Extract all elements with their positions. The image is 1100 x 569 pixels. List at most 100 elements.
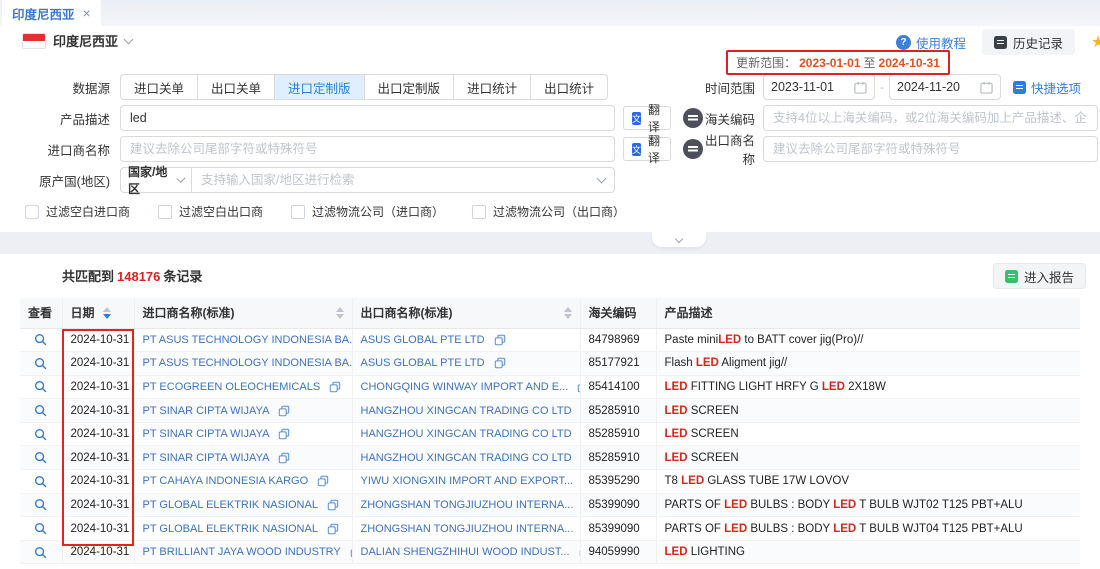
checkbox-icon[interactable] <box>158 205 172 219</box>
data-source-option-4[interactable]: 进口统计 <box>453 74 531 100</box>
exporter-link[interactable]: ZHONGSHAN TONGJIUZHOU INTERNA... <box>361 499 574 511</box>
copy-icon[interactable] <box>494 334 506 346</box>
checkbox-icon[interactable] <box>291 205 305 219</box>
filter-checkbox-1[interactable]: 过滤空白出口商 <box>158 203 263 220</box>
product-desc-input[interactable] <box>120 105 615 131</box>
exporter-link[interactable]: DALIAN SHENGZHIHUI WOOD INDUST... <box>361 546 570 558</box>
origin-input[interactable] <box>192 167 615 193</box>
data-source-option-1[interactable]: 出口关单 <box>197 74 275 100</box>
history-button[interactable]: 历史记录 <box>982 29 1075 55</box>
filter-checkbox-0[interactable]: 过滤空白进口商 <box>25 203 130 220</box>
sort-icon-importer[interactable] <box>336 307 344 319</box>
exporter-link[interactable]: HANGZHOU XINGCAN TRADING CO LTD <box>361 428 572 440</box>
date-cell: 2024-10-31 <box>62 470 134 494</box>
origin-label: 原产国(地区) <box>0 171 120 190</box>
exporter-link[interactable]: ZHONGSHAN TONGJIUZHOU INTERNA... <box>361 523 574 535</box>
date-cell: 2024-10-31 <box>62 540 134 564</box>
magnifier-icon[interactable] <box>34 357 47 369</box>
product-cell: LED SCREEN <box>656 399 1080 423</box>
magnifier-icon[interactable] <box>34 452 47 464</box>
sort-icon-date[interactable] <box>103 307 111 319</box>
data-source-option-3[interactable]: 出口定制版 <box>364 74 455 100</box>
data-source-option-2[interactable]: 进口定制版 <box>274 74 365 100</box>
filter-checkbox-3[interactable]: 过滤物流公司（出口商） <box>472 203 625 220</box>
star-icon[interactable]: ★ <box>1091 32 1100 52</box>
update-range-label: 更新范围： <box>736 54 796 71</box>
importer-link[interactable]: PT ECOGREEN OLEOCHEMICALS <box>143 381 321 393</box>
hs-code-cell: 85285910 <box>580 446 656 470</box>
copy-icon[interactable] <box>317 475 329 487</box>
magnifier-icon[interactable] <box>34 546 47 558</box>
product-cell: LED SCREEN <box>656 422 1080 446</box>
hs-code-cell: 85285910 <box>580 422 656 446</box>
header-importer[interactable]: 进口商名称(标准) <box>134 298 352 328</box>
exporter-link[interactable]: YIWU XIONGXIN IMPORT AND EXPORT... <box>361 475 574 487</box>
header-date[interactable]: 日期 <box>62 298 134 328</box>
header-exporter[interactable]: 出口商名称(标准) <box>352 298 580 328</box>
copy-icon[interactable] <box>494 357 506 369</box>
hs-code-input[interactable] <box>763 105 1098 131</box>
origin-type-select[interactable]: 国家/地区 <box>120 167 192 193</box>
tutorial-link[interactable]: ? 使用教程 <box>896 33 966 52</box>
search-mode-icon[interactable] <box>683 139 703 159</box>
enter-report-button[interactable]: 进入报告 <box>993 263 1086 289</box>
exporter-input[interactable] <box>763 136 1098 162</box>
copy-icon[interactable] <box>278 405 290 417</box>
importer-link[interactable]: PT SINAR CIPTA WIJAYA <box>143 452 270 464</box>
filter-checkbox-2[interactable]: 过滤物流公司（进口商） <box>291 203 444 220</box>
quick-options-icon <box>1013 81 1026 94</box>
importer-link[interactable]: PT ASUS TECHNOLOGY INDONESIA BA... <box>143 357 353 369</box>
data-source-option-5[interactable]: 出口统计 <box>530 74 608 100</box>
data-source-option-0[interactable]: 进口关单 <box>120 74 198 100</box>
view-cell <box>20 540 62 564</box>
importer-input[interactable] <box>120 136 615 162</box>
collapse-panel-button[interactable] <box>652 232 706 247</box>
copy-icon[interactable] <box>278 452 290 464</box>
translate-button[interactable]: 文 翻译 <box>623 137 671 161</box>
exporter-cell: HANGZHOU XINGCAN TRADING CO LTD <box>352 446 580 470</box>
importer-link[interactable]: PT SINAR CIPTA WIJAYA <box>143 428 270 440</box>
exporter-link[interactable]: ASUS GLOBAL PTE LTD <box>361 334 485 346</box>
exporter-label: 出口商名称 <box>695 130 763 168</box>
translate-icon: 文 <box>632 143 641 156</box>
magnifier-icon[interactable] <box>34 475 47 487</box>
exporter-cell: ZHONGSHAN TONGJIUZHOU INTERNA... <box>352 493 580 517</box>
translate-button[interactable]: 文 翻译 <box>623 106 671 130</box>
importer-link[interactable]: PT CAHAYA INDONESIA KARGO <box>143 475 309 487</box>
copy-icon[interactable] <box>327 523 339 535</box>
importer-link[interactable]: PT BRILLIANT JAYA WOOD INDUSTRY <box>143 546 341 558</box>
magnifier-icon[interactable] <box>34 499 47 511</box>
view-cell <box>20 493 62 517</box>
quick-options-button[interactable]: 快捷选项 <box>1013 78 1081 97</box>
copy-icon[interactable] <box>327 499 339 511</box>
importer-link[interactable]: PT GLOBAL ELEKTRIK NASIONAL <box>143 523 318 535</box>
checkbox-icon[interactable] <box>25 205 39 219</box>
exporter-link[interactable]: ASUS GLOBAL PTE LTD <box>361 357 485 369</box>
country-selector[interactable]: 印度尼西亚 <box>22 31 132 50</box>
exporter-link[interactable]: HANGZHOU XINGCAN TRADING CO LTD <box>361 452 572 464</box>
end-date-input[interactable]: 2024-11-20 <box>889 74 1001 100</box>
exporter-link[interactable]: HANGZHOU XINGCAN TRADING CO LTD <box>361 405 572 417</box>
importer-link[interactable]: PT GLOBAL ELEKTRIK NASIONAL <box>143 499 318 511</box>
importer-cell: PT BRILLIANT JAYA WOOD INDUSTRY <box>134 540 352 564</box>
magnifier-icon[interactable] <box>34 334 47 346</box>
time-range-label: 时间范围 <box>695 78 763 97</box>
magnifier-icon[interactable] <box>34 523 47 535</box>
sort-icon-exporter[interactable] <box>564 307 572 319</box>
start-date-input[interactable]: 2023-11-01 <box>763 74 875 100</box>
importer-link[interactable]: PT ASUS TECHNOLOGY INDONESIA BA... <box>143 334 353 346</box>
importer-link[interactable]: PT SINAR CIPTA WIJAYA <box>143 405 270 417</box>
checkbox-icon[interactable] <box>472 205 486 219</box>
question-circle-icon: ? <box>896 35 911 50</box>
copy-icon[interactable] <box>278 428 290 440</box>
hs-code-label: 海关编码 <box>695 109 763 128</box>
app-window: 印度尼西亚 × 印度尼西亚 ? 使用教程 历史记录 ★ 更新范围： 2023-0… <box>0 0 1100 569</box>
copy-icon[interactable] <box>329 381 341 393</box>
magnifier-icon[interactable] <box>34 381 47 393</box>
magnifier-icon[interactable] <box>34 405 47 417</box>
close-icon[interactable]: × <box>83 6 91 20</box>
search-mode-icon[interactable] <box>683 108 703 128</box>
exporter-link[interactable]: CHONGQING WINWAY IMPORT AND E... <box>361 381 569 393</box>
magnifier-icon[interactable] <box>34 428 47 440</box>
tab-indonesia[interactable]: 印度尼西亚 × <box>2 0 101 26</box>
